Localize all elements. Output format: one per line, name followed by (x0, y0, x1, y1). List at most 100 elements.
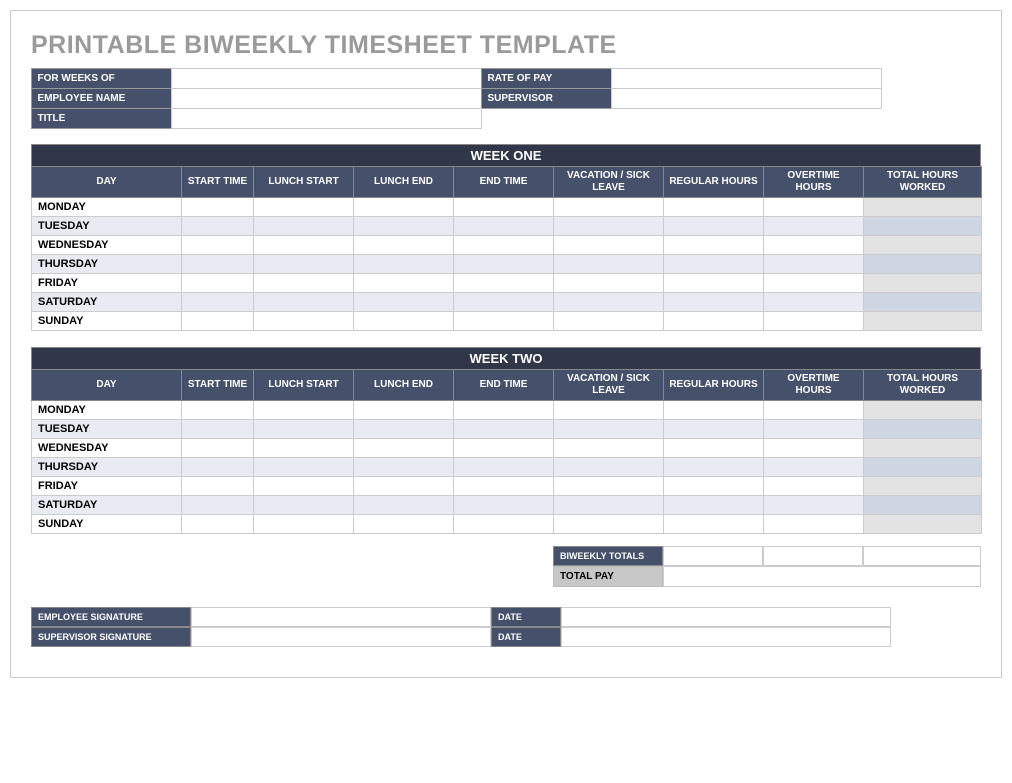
time-cell[interactable] (554, 217, 664, 236)
time-cell[interactable] (864, 217, 982, 236)
biweekly-hours-total[interactable] (863, 546, 981, 566)
time-cell[interactable] (554, 236, 664, 255)
time-cell[interactable] (764, 458, 864, 477)
time-cell[interactable] (354, 420, 454, 439)
time-cell[interactable] (864, 198, 982, 217)
time-cell[interactable] (664, 217, 764, 236)
time-cell[interactable] (864, 255, 982, 274)
time-cell[interactable] (664, 198, 764, 217)
time-cell[interactable] (254, 477, 354, 496)
time-cell[interactable] (454, 236, 554, 255)
time-cell[interactable] (554, 496, 664, 515)
time-cell[interactable] (354, 458, 454, 477)
time-cell[interactable] (454, 515, 554, 534)
title-input[interactable] (171, 108, 482, 129)
time-cell[interactable] (664, 496, 764, 515)
time-cell[interactable] (664, 458, 764, 477)
time-cell[interactable] (254, 515, 354, 534)
time-cell[interactable] (864, 274, 982, 293)
time-cell[interactable] (864, 439, 982, 458)
employee-name-input[interactable] (171, 88, 482, 109)
biweekly-overtime-total[interactable] (763, 546, 863, 566)
time-cell[interactable] (554, 420, 664, 439)
time-cell[interactable] (764, 236, 864, 255)
time-cell[interactable] (664, 439, 764, 458)
time-cell[interactable] (764, 274, 864, 293)
time-cell[interactable] (254, 255, 354, 274)
time-cell[interactable] (254, 217, 354, 236)
time-cell[interactable] (254, 439, 354, 458)
time-cell[interactable] (864, 312, 982, 331)
time-cell[interactable] (554, 293, 664, 312)
time-cell[interactable] (182, 217, 254, 236)
employee-date-input[interactable] (561, 607, 891, 627)
time-cell[interactable] (182, 293, 254, 312)
time-cell[interactable] (764, 477, 864, 496)
time-cell[interactable] (354, 401, 454, 420)
time-cell[interactable] (554, 439, 664, 458)
time-cell[interactable] (454, 496, 554, 515)
time-cell[interactable] (454, 420, 554, 439)
supervisor-signature-input[interactable] (191, 627, 491, 647)
time-cell[interactable] (182, 236, 254, 255)
supervisor-date-input[interactable] (561, 627, 891, 647)
time-cell[interactable] (254, 458, 354, 477)
time-cell[interactable] (554, 477, 664, 496)
time-cell[interactable] (764, 439, 864, 458)
time-cell[interactable] (354, 496, 454, 515)
time-cell[interactable] (554, 274, 664, 293)
time-cell[interactable] (254, 236, 354, 255)
time-cell[interactable] (182, 496, 254, 515)
time-cell[interactable] (764, 515, 864, 534)
time-cell[interactable] (354, 236, 454, 255)
time-cell[interactable] (764, 217, 864, 236)
time-cell[interactable] (254, 420, 354, 439)
time-cell[interactable] (664, 274, 764, 293)
time-cell[interactable] (864, 401, 982, 420)
time-cell[interactable] (254, 401, 354, 420)
time-cell[interactable] (554, 312, 664, 331)
time-cell[interactable] (554, 198, 664, 217)
time-cell[interactable] (182, 420, 254, 439)
time-cell[interactable] (664, 401, 764, 420)
time-cell[interactable] (864, 236, 982, 255)
time-cell[interactable] (454, 312, 554, 331)
time-cell[interactable] (182, 401, 254, 420)
time-cell[interactable] (664, 293, 764, 312)
time-cell[interactable] (182, 515, 254, 534)
time-cell[interactable] (764, 293, 864, 312)
time-cell[interactable] (354, 198, 454, 217)
time-cell[interactable] (864, 477, 982, 496)
time-cell[interactable] (764, 496, 864, 515)
time-cell[interactable] (354, 217, 454, 236)
time-cell[interactable] (182, 198, 254, 217)
time-cell[interactable] (354, 515, 454, 534)
time-cell[interactable] (864, 293, 982, 312)
time-cell[interactable] (864, 496, 982, 515)
time-cell[interactable] (454, 274, 554, 293)
time-cell[interactable] (254, 312, 354, 331)
time-cell[interactable] (182, 274, 254, 293)
time-cell[interactable] (864, 420, 982, 439)
time-cell[interactable] (254, 198, 354, 217)
time-cell[interactable] (764, 312, 864, 331)
time-cell[interactable] (664, 477, 764, 496)
time-cell[interactable] (454, 439, 554, 458)
time-cell[interactable] (182, 477, 254, 496)
time-cell[interactable] (864, 515, 982, 534)
time-cell[interactable] (764, 401, 864, 420)
employee-signature-input[interactable] (191, 607, 491, 627)
time-cell[interactable] (354, 274, 454, 293)
time-cell[interactable] (454, 477, 554, 496)
biweekly-regular-total[interactable] (663, 546, 763, 566)
time-cell[interactable] (354, 255, 454, 274)
time-cell[interactable] (554, 515, 664, 534)
time-cell[interactable] (454, 217, 554, 236)
time-cell[interactable] (454, 458, 554, 477)
time-cell[interactable] (454, 401, 554, 420)
time-cell[interactable] (554, 401, 664, 420)
time-cell[interactable] (454, 198, 554, 217)
time-cell[interactable] (454, 293, 554, 312)
time-cell[interactable] (864, 458, 982, 477)
time-cell[interactable] (354, 312, 454, 331)
